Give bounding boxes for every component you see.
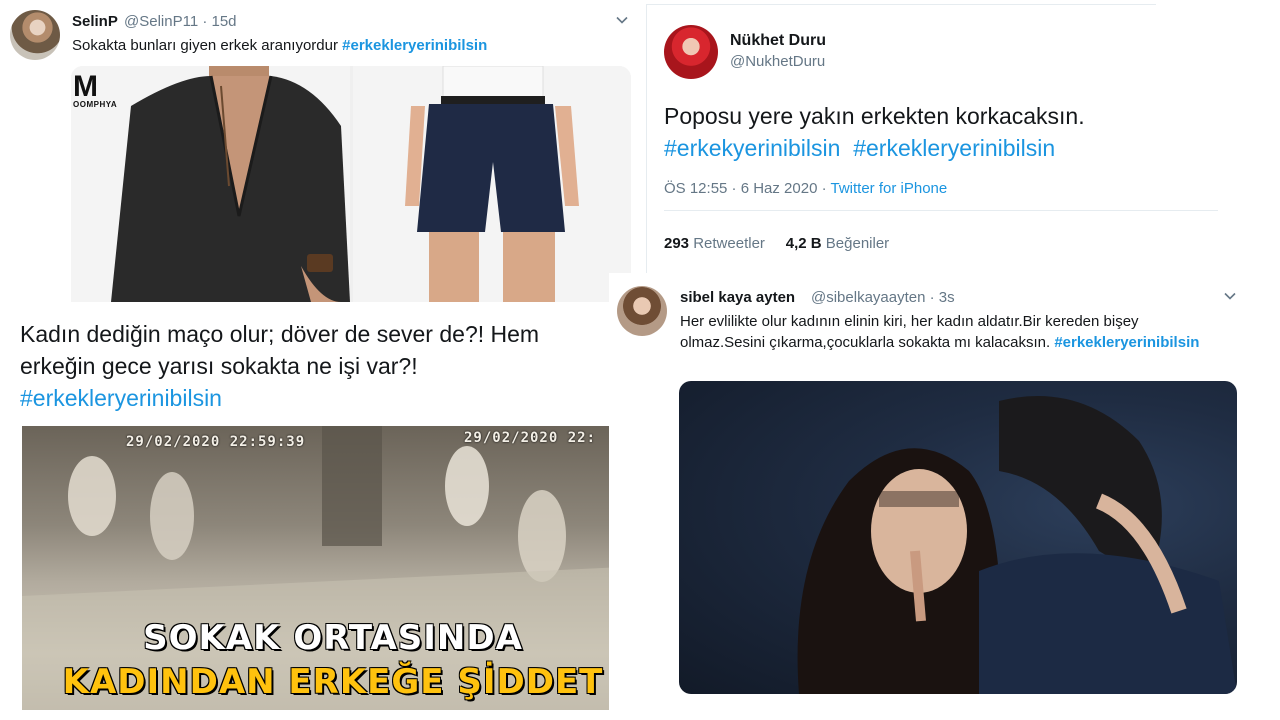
cctv-timestamp-2: 29/02/2020 22: <box>464 430 597 446</box>
tweet2-source[interactable]: Twitter for iPhone <box>831 180 948 197</box>
tweet3-text: Kadın dediğin maço olur; döver de sever … <box>20 318 610 414</box>
tweet2-left-border <box>646 4 647 274</box>
tweet3-hashtag[interactable]: #erkekleryerinibilsin <box>20 382 610 414</box>
tweet1-text: Sokakta bunları giyen erkek aranıyordur … <box>72 37 487 54</box>
logo-word: OOMPHYA <box>73 100 118 109</box>
divider <box>664 210 1218 211</box>
likes-label: Beğeniler <box>825 235 890 252</box>
tweet1-hashtag[interactable]: #erkekleryerinibilsin <box>342 37 487 54</box>
tweet2-hashtag-1[interactable]: #erkekyerinibilsin <box>664 135 840 161</box>
tweet2-display-name[interactable]: Nükhet Duru <box>730 32 826 50</box>
tweet4-text: Her evlilikte olur kadının elinin kiri, … <box>680 311 1220 353</box>
tweet2-top-border <box>646 4 1156 5</box>
tweet2-body: Poposu yere yakın erkekten korkacaksın. <box>664 103 1085 129</box>
tweet4-handle-time[interactable]: @sibelkayaayten · 3s <box>811 289 955 306</box>
tweet4-photo[interactable] <box>679 381 1237 694</box>
chevron-down-icon[interactable] <box>1222 288 1238 304</box>
tweet3-line-2: erkeğin gece yarısı sokakta ne işi var?! <box>20 353 418 379</box>
tweet1-media[interactable]: M OOMPHYA <box>71 66 631 302</box>
tweet3-video-thumbnail[interactable]: 29/02/2020 22:59:39 29/02/2020 22: SOKAK… <box>22 426 644 710</box>
tweet1-avatar[interactable] <box>10 10 60 60</box>
retweets-count: 293 <box>664 235 690 252</box>
tweet4-hashtag[interactable]: #erkekleryerinibilsin <box>1054 334 1199 351</box>
tweet2-hashtag-2[interactable]: #erkekleryerinibilsin <box>853 135 1055 161</box>
tweet2-text: Poposu yere yakın erkekten korkacaksın. … <box>664 100 1085 164</box>
tweet4-display-name[interactable]: sibel kaya ayten <box>680 289 795 306</box>
tweet2-handle[interactable]: @NukhetDuru <box>730 53 825 70</box>
likes-count: 4,2 B <box>785 235 822 252</box>
cctv-timestamp-1: 29/02/2020 22:59:39 <box>126 434 306 450</box>
tweet1-display-name[interactable]: SelinP <box>72 13 118 30</box>
logo-letter: M <box>73 70 98 103</box>
tweet2-stats: 293 Retweetler 4,2 B Beğeniler <box>664 235 889 252</box>
video-headline-2: KADINDAN ERKEĞE ŞİDDET <box>62 662 604 702</box>
black-shirt-photo[interactable]: M OOMPHYA <box>71 66 350 302</box>
video-headline-1: SOKAK ORTASINDA <box>143 618 523 658</box>
tweet2-avatar[interactable] <box>664 25 718 79</box>
navy-shorts-photo[interactable] <box>353 66 631 302</box>
retweets-label: Retweetler <box>693 235 765 252</box>
retweets-stat[interactable]: 293 Retweetler <box>664 235 765 252</box>
moomphya-logo: M OOMPHYA <box>73 70 133 110</box>
tweet1-body: Sokakta bunları giyen erkek aranıyordur <box>72 37 343 54</box>
tweet3-line-1: Kadın dediğin maço olur; döver de sever … <box>20 321 540 347</box>
tweet1-handle-time[interactable]: @SelinP11 · 15d <box>124 13 237 30</box>
tweet4-avatar[interactable] <box>617 286 667 336</box>
chevron-down-icon[interactable] <box>614 12 630 28</box>
likes-stat[interactable]: 4,2 B Beğeniler <box>786 235 889 252</box>
tweet2-meta: ÖS 12:55 · 6 Haz 2020 · Twitter for iPho… <box>664 180 947 197</box>
tweet2-time[interactable]: ÖS 12:55 · 6 Haz 2020 · <box>664 180 831 197</box>
